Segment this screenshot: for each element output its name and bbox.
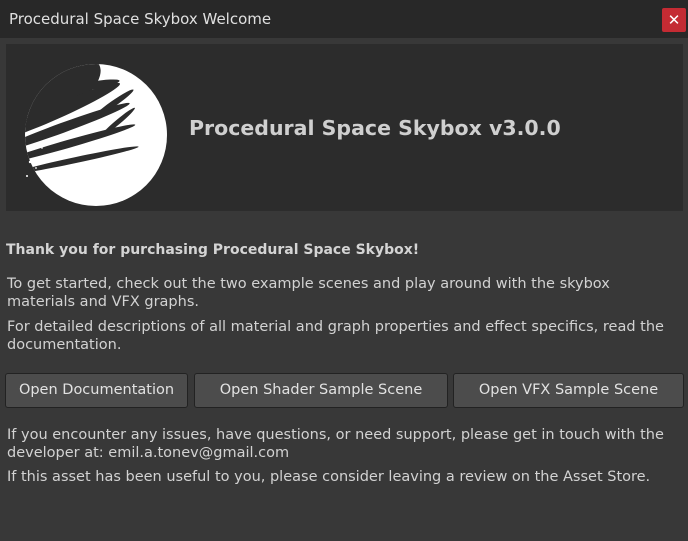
- open-vfx-sample-scene-button[interactable]: Open VFX Sample Scene: [453, 373, 684, 408]
- header-banner: Procedural Space Skybox v3.0.0: [6, 44, 683, 211]
- getting-started-text: To get started, check out the two exampl…: [7, 276, 610, 310]
- window-title: Procedural Space Skybox Welcome: [9, 10, 272, 28]
- title-bar: Procedural Space Skybox Welcome ✕: [0, 0, 688, 38]
- product-title: Procedural Space Skybox v3.0.0: [189, 116, 561, 140]
- support-contact-text: If you encounter any issues, have questi…: [7, 427, 664, 461]
- documentation-hint-text: For detailed descriptions of all materia…: [7, 319, 664, 353]
- review-request-text: If this asset has been useful to you, pl…: [7, 469, 651, 485]
- open-documentation-button[interactable]: Open Documentation: [5, 373, 188, 408]
- close-icon: ✕: [667, 11, 681, 29]
- thank-you-heading: Thank you for purchasing Procedural Spac…: [6, 242, 420, 258]
- open-shader-sample-scene-button[interactable]: Open Shader Sample Scene: [194, 373, 448, 408]
- planet-logo-icon: [25, 64, 167, 206]
- close-button[interactable]: ✕: [662, 8, 686, 32]
